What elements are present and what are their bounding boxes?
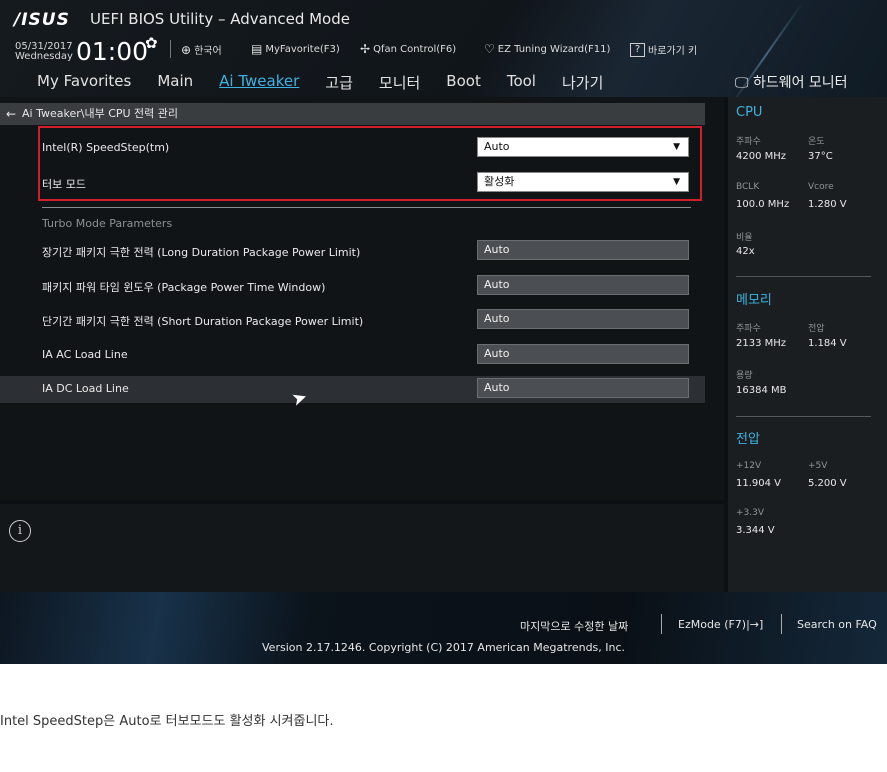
hw-divider <box>736 276 871 277</box>
hardware-monitor-panel: CPU 주파수 온도 4200 MHz 37°C BCLK Vcore 100.… <box>728 97 887 592</box>
hw-voltage-heading: 전압 <box>736 432 760 447</box>
cpu-freq-value: 4200 MHz <box>736 151 787 162</box>
help-info-panel: i <box>0 504 724 592</box>
date-display: 05/31/2017 Wednesday <box>15 42 73 62</box>
section-divider <box>42 207 691 208</box>
footer-divider <box>781 614 782 634</box>
v33-label: +3.3V <box>736 508 765 518</box>
back-arrow-icon[interactable]: ← <box>6 103 16 125</box>
cpu-freq-label: 주파수 <box>736 137 761 147</box>
header-light-streak <box>727 1 805 109</box>
hotkeys-label: 바로가기 키 <box>648 46 698 57</box>
language-label: 한국어 <box>194 46 222 57</box>
qfan-label: Qfan Control(F6) <box>373 43 457 55</box>
app-title: UEFI BIOS Utility – Advanced Mode <box>90 10 350 28</box>
main-tabs: My Favorites Main Ai Tweaker 고급 모니터 Boot… <box>37 72 629 93</box>
ratio-label: 비율 <box>736 233 753 243</box>
hw-cpu-heading: CPU <box>736 105 763 120</box>
vcore-value: 1.280 V <box>808 199 847 210</box>
hw-memory-heading: 메모리 <box>736 293 772 308</box>
version-text: Version 2.17.1246. Copyright (C) 2017 Am… <box>262 641 626 654</box>
footer-divider <box>661 614 662 634</box>
cpu-temp-label: 온도 <box>808 137 825 147</box>
clock: 01:00 <box>76 37 149 66</box>
qfan-control-button[interactable]: ✢ Qfan Control(F6) <box>360 42 456 56</box>
last-modified-button[interactable]: 마지막으로 수정한 날짜 <box>520 618 628 634</box>
tab-advanced[interactable]: 고급 <box>325 72 353 93</box>
hw-divider <box>736 416 871 417</box>
bclk-label: BCLK <box>736 182 760 192</box>
turbo-params-heading: Turbo Mode Parameters <box>42 217 173 230</box>
lightbulb-icon: ♡ <box>484 42 495 56</box>
info-icon: i <box>9 520 31 542</box>
breadcrumb[interactable]: ← Ai Tweaker\내부 CPU 전력 관리 <box>0 103 705 125</box>
power-time-window-label: 패키지 파워 타임 윈도우 (Package Power Time Window… <box>42 281 326 294</box>
ia-ac-load-line-label: IA AC Load Line <box>42 348 128 361</box>
highlight-box <box>38 126 702 201</box>
language-button[interactable]: ⊕ 한국어 <box>181 42 222 58</box>
favorite-list-icon: ▤ <box>251 42 263 56</box>
mem-freq-label: 주파수 <box>736 324 761 334</box>
monitor-icon: 🖵 <box>735 75 749 91</box>
long-duration-power-label: 장기간 패키지 극한 전력 (Long Duration Package Pow… <box>42 246 361 259</box>
my-favorite-label: MyFavorite(F3) <box>265 43 340 55</box>
cpu-temp-value: 37°C <box>808 151 833 162</box>
tab-main[interactable]: Main <box>157 72 193 93</box>
hardware-monitor-label: 하드웨어 모니터 <box>752 75 848 91</box>
tab-my-favorites[interactable]: My Favorites <box>37 72 131 93</box>
ratio-value: 42x <box>736 246 755 257</box>
ia-dc-load-line-label: IA DC Load Line <box>42 382 129 395</box>
ezmode-button[interactable]: EzMode (F7)|→] <box>678 618 763 631</box>
question-icon: ? <box>630 42 645 57</box>
setting-row-short-duration-power[interactable]: 단기간 패키지 극한 전력 (Short Duration Package Po… <box>0 307 705 334</box>
tab-exit[interactable]: 나가기 <box>562 72 603 93</box>
toolbar-divider <box>170 40 171 58</box>
mem-capacity-label: 용량 <box>736 371 753 381</box>
setting-row-power-time-window[interactable]: 패키지 파워 타임 윈도우 (Package Power Time Window… <box>0 273 705 300</box>
mem-capacity-value: 16384 MB <box>736 385 787 396</box>
mem-freq-value: 2133 MHz <box>736 338 787 349</box>
setting-row-ia-dc-load-line[interactable]: IA DC Load Line Auto <box>0 376 705 403</box>
v5-label: +5V <box>808 461 828 471</box>
power-time-window-input[interactable]: Auto <box>477 275 689 295</box>
fan-icon: ✢ <box>360 42 371 56</box>
tab-monitor[interactable]: 모니터 <box>379 72 420 93</box>
ia-dc-load-line-input[interactable]: Auto <box>477 378 689 398</box>
breadcrumb-text: Ai Tweaker\내부 CPU 전력 관리 <box>22 107 179 120</box>
vcore-label: Vcore <box>808 182 834 192</box>
setting-row-ia-ac-load-line[interactable]: IA AC Load Line Auto <box>0 342 705 369</box>
hotkeys-button[interactable]: ? 바로가기 키 <box>630 42 697 57</box>
tab-boot[interactable]: Boot <box>446 72 481 93</box>
v5-value: 5.200 V <box>808 478 847 489</box>
weekday-text: Wednesday <box>15 51 73 62</box>
bclk-value: 100.0 MHz <box>736 199 790 210</box>
ez-tuning-label: EZ Tuning Wizard(F11) <box>497 43 611 55</box>
setting-row-long-duration-power[interactable]: 장기간 패키지 극한 전력 (Long Duration Package Pow… <box>0 238 705 265</box>
mem-volt-label: 전압 <box>808 324 825 334</box>
short-duration-power-label: 단기간 패키지 극한 전력 (Short Duration Package Po… <box>42 315 364 328</box>
v12-label: +12V <box>736 461 762 471</box>
bios-screen: /ISUS UEFI BIOS Utility – Advanced Mode … <box>0 0 887 664</box>
v12-value: 11.904 V <box>736 478 782 489</box>
tab-ai-tweaker[interactable]: Ai Tweaker <box>219 72 299 93</box>
mem-volt-value: 1.184 V <box>808 338 847 349</box>
tab-tool[interactable]: Tool <box>507 72 536 93</box>
footer-bar: 마지막으로 수정한 날짜 EzMode (F7)|→] Search on FA… <box>0 592 887 664</box>
short-duration-power-input[interactable]: Auto <box>477 309 689 329</box>
long-duration-power-input[interactable]: Auto <box>477 240 689 260</box>
search-faq-button[interactable]: Search on FAQ <box>797 618 877 631</box>
hardware-monitor-title: 🖵 하드웨어 모니터 <box>735 72 848 92</box>
ia-ac-load-line-input[interactable]: Auto <box>477 344 689 364</box>
my-favorite-button[interactable]: ▤ MyFavorite(F3) <box>251 42 340 56</box>
asus-logo: /ISUS <box>14 10 70 30</box>
gear-icon[interactable]: ✿ <box>145 34 158 52</box>
v33-value: 3.344 V <box>736 525 775 536</box>
ez-tuning-wizard-button[interactable]: ♡ EZ Tuning Wizard(F11) <box>484 42 610 56</box>
globe-icon: ⊕ <box>181 42 192 57</box>
caption-text: Intel SpeedStep은 Auto로 터보모드도 활성화 시켜줍니다. <box>0 714 334 729</box>
